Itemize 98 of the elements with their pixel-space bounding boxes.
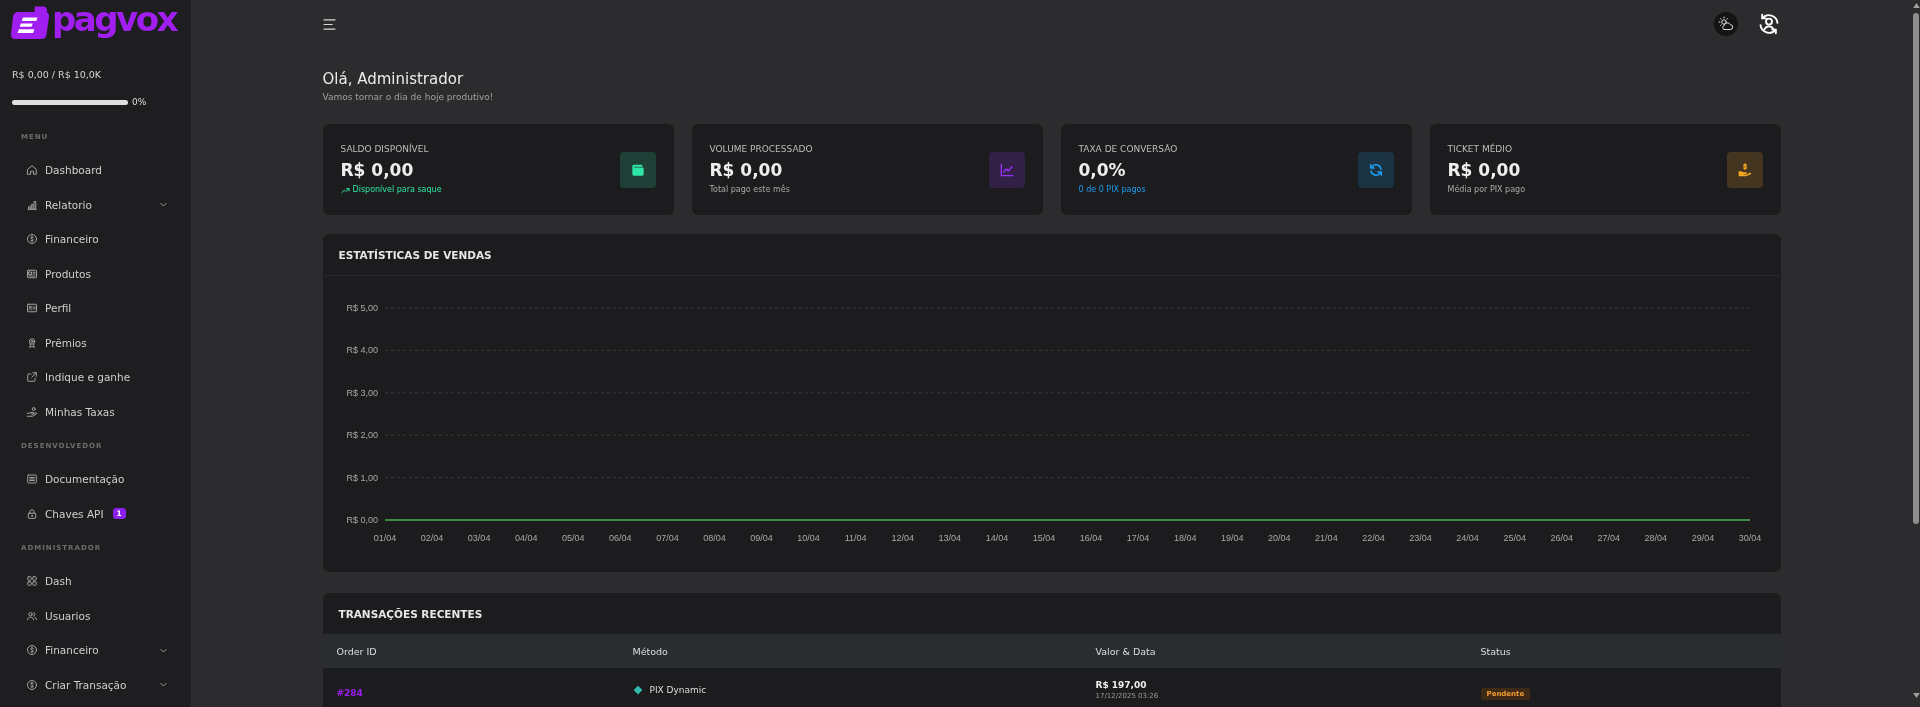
- users-icon: [26, 609, 38, 622]
- table-title: TRANSAÇÕES RECENTES: [338, 607, 483, 620]
- stat-label: TICKET MÉDIO: [1447, 144, 1512, 155]
- stat-label: SALDO DISPONÍVEL: [340, 144, 429, 155]
- y-axis-label: R$ 3,00: [345, 387, 378, 398]
- progress-label: 0%: [132, 97, 147, 107]
- dollar-icon: [26, 644, 38, 657]
- nav-item[interactable]: Documentação: [0, 462, 191, 497]
- x-axis-label: 05/04: [561, 533, 585, 543]
- card-icon: [26, 267, 38, 280]
- x-axis-label: 14/04: [985, 533, 1008, 543]
- x-axis-label: 13/04: [938, 533, 961, 543]
- hand-dollar-icon: [1726, 151, 1763, 188]
- chart-title: ESTATÍSTICAS DE VENDAS: [338, 248, 492, 261]
- greeting-title: Olá, Administrador: [322, 69, 464, 89]
- stat-label: VOLUME PROCESSADO: [709, 144, 813, 155]
- stat-value: R$ 0,00: [1447, 159, 1521, 181]
- nav-item[interactable]: Usuarios: [0, 598, 191, 633]
- y-axis-label: R$ 5,00: [345, 303, 378, 313]
- arrow-down-icon[interactable]: [1912, 693, 1920, 698]
- x-axis-label: 25/04: [1502, 533, 1526, 543]
- stat-note: Média por PIX pago: [1447, 185, 1526, 195]
- x-axis-label: 09/04: [749, 533, 773, 543]
- id-card-icon: [26, 302, 38, 315]
- stat-value: R$ 0,00: [340, 159, 414, 181]
- hand-coin-icon: [26, 405, 38, 418]
- y-axis-label: R$ 2,00: [345, 430, 378, 441]
- grid-icon: [26, 575, 38, 588]
- x-axis-label: 03/04: [467, 533, 490, 543]
- nav-item[interactable]: Criar Transação: [0, 667, 191, 702]
- x-axis-label: 04/04: [514, 533, 537, 543]
- x-axis-label: 27/04: [1597, 533, 1620, 543]
- x-axis-label: 20/04: [1267, 533, 1291, 543]
- nav-item[interactable]: Indique e ganhe: [0, 360, 191, 395]
- lock-icon: [26, 507, 38, 520]
- nav-item[interactable]: Financeiro: [0, 222, 191, 257]
- method-text: PIX Dynamic: [649, 685, 707, 695]
- home-icon: [26, 164, 38, 177]
- x-axis-label: 08/04: [702, 533, 726, 543]
- x-axis-label: 19/04: [1220, 533, 1243, 543]
- share-icon: [26, 371, 38, 384]
- x-axis-label: 21/04: [1314, 533, 1338, 543]
- nav-item[interactable]: Produtos: [0, 256, 191, 291]
- column-header: Valor & Data: [1081, 634, 1467, 668]
- x-axis-label: 02/04: [420, 533, 443, 543]
- column-header: Status: [1466, 634, 1781, 668]
- logo-icon[interactable]: [10, 4, 50, 41]
- menu-icon[interactable]: [322, 18, 336, 30]
- nav-item[interactable]: Financeiro: [0, 633, 191, 668]
- column-header: Método: [618, 634, 1082, 668]
- stat-label: TAXA DE CONVERSÃO: [1078, 144, 1178, 155]
- nav-item[interactable]: Prêmios: [0, 325, 191, 360]
- x-axis-label: 12/04: [891, 533, 914, 543]
- refresh-icon: [1357, 151, 1394, 188]
- x-axis-label: 30/04: [1738, 533, 1761, 543]
- y-axis-label: R$ 1,00: [345, 472, 378, 483]
- document-icon: [26, 473, 38, 486]
- stat-value: 0,0%: [1078, 159, 1126, 181]
- nav-item[interactable]: Perfil: [0, 291, 191, 326]
- line-chart-icon: [988, 151, 1025, 188]
- nav-item[interactable]: Dashboard: [0, 153, 191, 188]
- x-axis-label: 15/04: [1032, 533, 1055, 543]
- greeting-subtitle: Vamos tornar o dia de hoje produtivo!: [322, 91, 494, 103]
- x-axis-label: 07/04: [655, 533, 679, 543]
- x-axis-label: 11/04: [844, 533, 867, 543]
- dollar-icon: [26, 233, 38, 246]
- medal-icon: [26, 336, 38, 349]
- arrow-up-icon[interactable]: [1912, 3, 1920, 8]
- x-axis-label: 01/04: [373, 533, 396, 543]
- stat-note: Disponível para saque: [352, 185, 442, 195]
- amount-text: R$ 197,00: [1095, 679, 1147, 691]
- x-axis-label: 17/04: [1126, 533, 1149, 543]
- diamond-icon: [632, 685, 643, 695]
- y-axis-label: R$ 0,00: [345, 515, 378, 525]
- budget-text: R$ 0,00 / R$ 10,0K: [12, 68, 102, 82]
- nav-item[interactable]: Relatorio: [0, 187, 191, 222]
- y-axis-label: R$ 4,00: [345, 345, 378, 356]
- x-axis-label: 28/04: [1644, 533, 1667, 543]
- column-header: Order ID: [322, 634, 619, 668]
- x-axis-label: 26/04: [1549, 533, 1573, 543]
- weather-icon[interactable]: [1713, 12, 1738, 36]
- stat-value: R$ 0,00: [709, 159, 783, 181]
- x-axis-label: 16/04: [1079, 533, 1102, 543]
- scrollbar-thumb[interactable]: [1913, 13, 1919, 524]
- x-axis-label: 24/04: [1455, 533, 1479, 543]
- bar-chart-icon: [26, 198, 38, 211]
- dollar-icon: [26, 678, 38, 691]
- nav-item[interactable]: Dash: [0, 564, 191, 599]
- wallet-icon: [619, 151, 656, 188]
- x-axis-label: 23/04: [1408, 533, 1432, 543]
- x-axis-label: 10/04: [796, 533, 820, 543]
- x-axis-label: 18/04: [1173, 533, 1196, 543]
- nav-item[interactable]: Minhas Taxas: [0, 394, 191, 429]
- x-axis-label: 29/04: [1691, 533, 1714, 543]
- stat-note: Total pago este mês: [709, 185, 790, 195]
- x-axis-label: 22/04: [1361, 533, 1385, 543]
- x-axis-label: 06/04: [608, 533, 632, 543]
- stat-note: 0 de 0 PIX pagos: [1078, 185, 1146, 195]
